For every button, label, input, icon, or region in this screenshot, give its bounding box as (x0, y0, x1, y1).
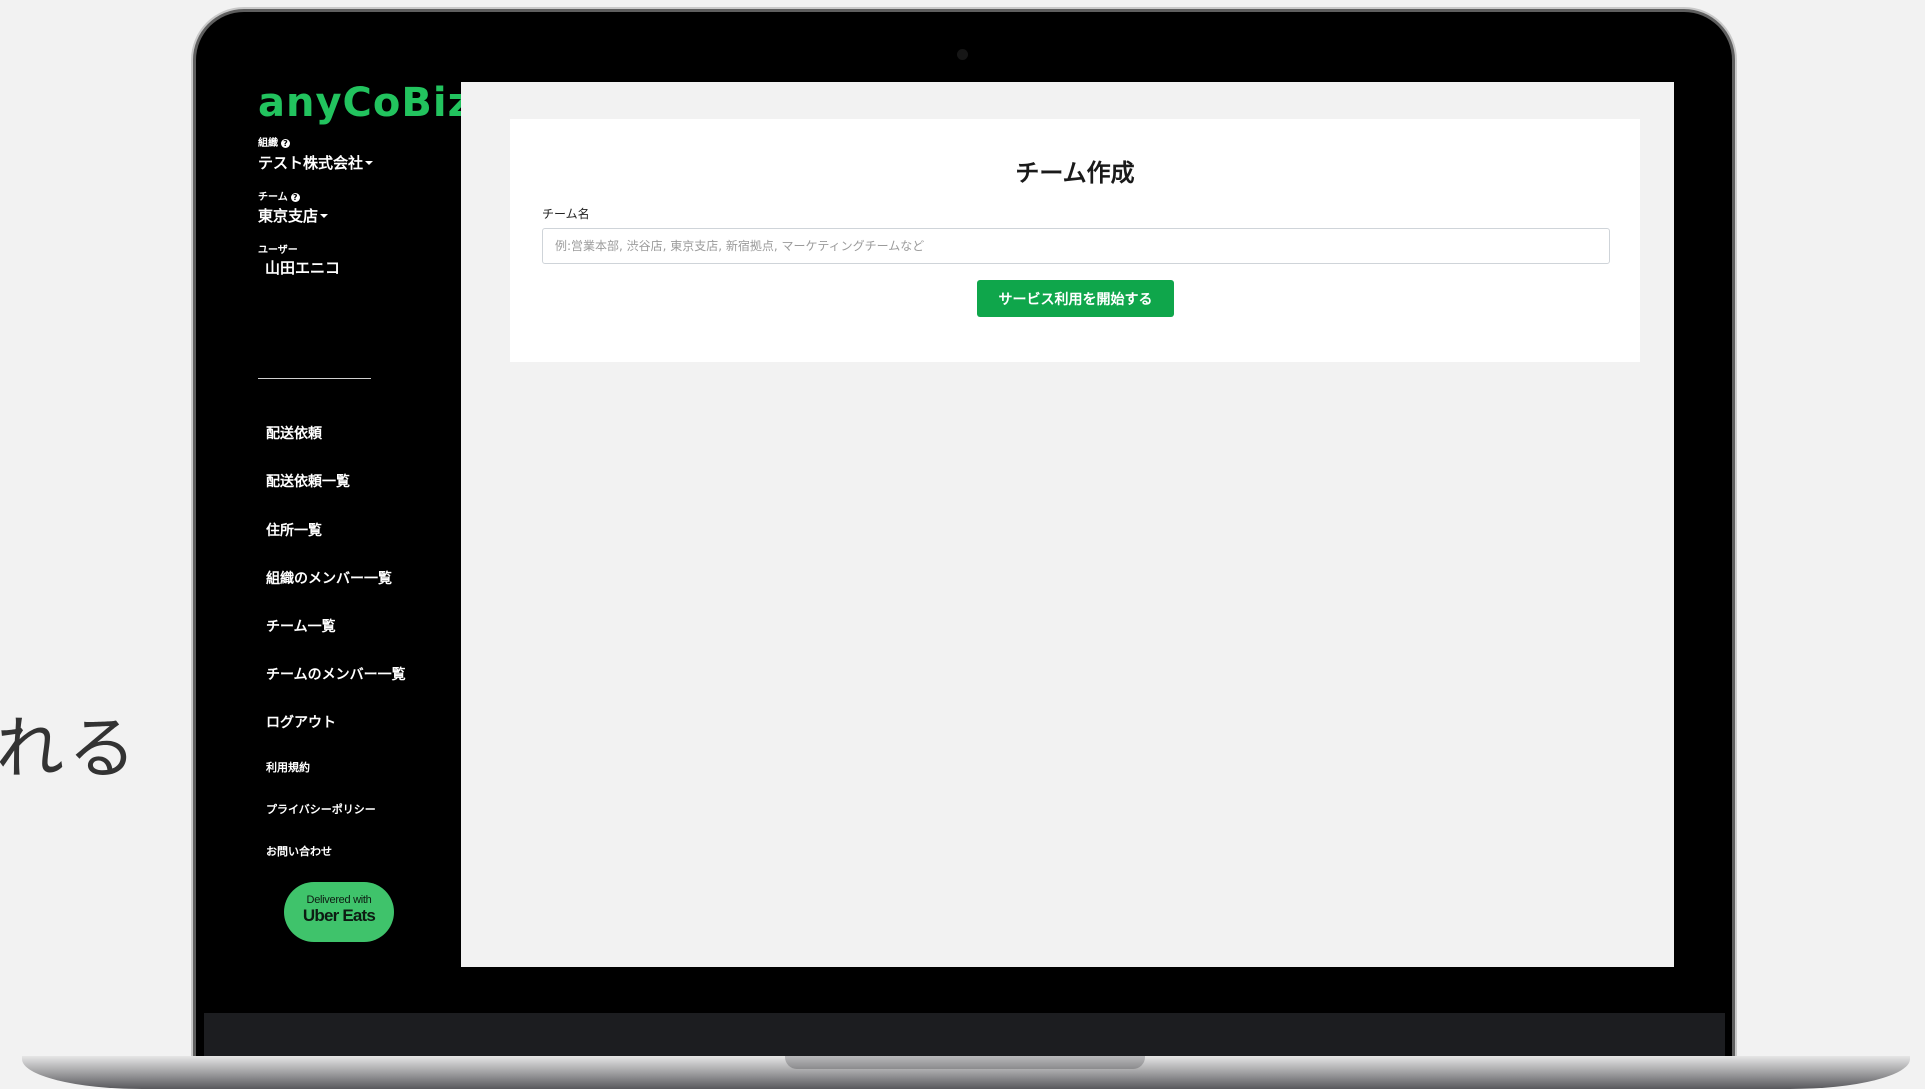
sidebar-item-delivery-list[interactable]: 配送依頼一覧 (266, 471, 350, 491)
team-selector[interactable]: 東京支店 (258, 205, 329, 226)
user-label: ユーザー (258, 245, 298, 256)
sidebar-item-address-list[interactable]: 住所一覧 (266, 520, 322, 540)
terms-link[interactable]: 利用規約 (266, 759, 310, 775)
privacy-policy-link[interactable]: プライバシーポリシー (266, 801, 376, 817)
main-content: チーム作成 チーム名 サービス利用を開始する (461, 82, 1674, 967)
sidebar-divider (258, 378, 371, 379)
laptop-bezel-bottom (204, 1013, 1725, 1057)
page-title: チーム作成 (1015, 159, 1135, 187)
camera-icon (957, 49, 968, 60)
help-icon[interactable]: ? (281, 139, 290, 148)
start-service-button[interactable]: サービス利用を開始する (977, 280, 1174, 317)
sidebar-item-delivery-request[interactable]: 配送依頼 (266, 423, 322, 443)
org-label: 組織? (258, 134, 290, 149)
background-caption: れる (0, 710, 141, 789)
team-create-card: チーム作成 チーム名 サービス利用を開始する (510, 119, 1640, 362)
app-logo[interactable]: anyCoBiz (258, 80, 472, 126)
team-name-input[interactable] (542, 228, 1610, 264)
caret-down-icon (365, 161, 374, 165)
team-label: チーム? (258, 188, 300, 203)
caret-down-icon (320, 214, 329, 218)
laptop-notch (785, 1056, 1145, 1069)
sidebar-item-team-members[interactable]: チームのメンバー一覧 (266, 664, 406, 684)
sidebar-item-team-list[interactable]: チーム一覧 (266, 616, 336, 636)
org-selector[interactable]: テスト株式会社 (258, 152, 374, 173)
sidebar-item-org-members[interactable]: 組織のメンバー一覧 (266, 568, 392, 588)
team-name-label: チーム名 (542, 207, 590, 221)
contact-link[interactable]: お問い合わせ (266, 843, 332, 859)
badge-line2: Uber Eats (302, 906, 376, 925)
user-name: 山田エニコ (265, 259, 341, 277)
uber-eats-badge: Delivered with Uber Eats (284, 882, 394, 942)
sidebar-item-logout[interactable]: ログアウト (266, 712, 336, 732)
help-icon[interactable]: ? (290, 193, 300, 202)
